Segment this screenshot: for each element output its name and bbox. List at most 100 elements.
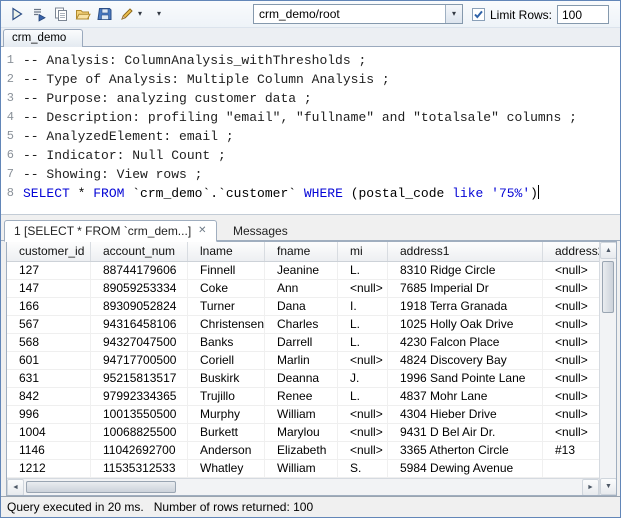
table-cell: 568 xyxy=(7,334,91,351)
table-cell: <null> xyxy=(543,424,599,441)
table-cell: 147 xyxy=(7,280,91,297)
horizontal-scrollbar[interactable]: ◄ ► xyxy=(7,478,599,495)
code-line: 4-- Description: profiling "email", "ful… xyxy=(1,108,620,127)
open-folder-icon[interactable] xyxy=(72,4,93,24)
results-tab-bar: 1 [SELECT * FROM `crm_dem...] ✕ Messages xyxy=(1,219,620,241)
column-header-fname[interactable]: fname xyxy=(265,242,338,261)
table-row[interactable]: 12788744179606FinnellJeanineL.8310 Ridge… xyxy=(7,262,599,280)
scroll-down-arrow-icon[interactable]: ▼ xyxy=(600,478,617,495)
table-cell: 7685 Imperial Dr xyxy=(388,280,543,297)
table-row[interactable]: 114611042692700AndersonElizabeth<null>33… xyxy=(7,442,599,460)
editor-tab-crm-demo[interactable]: crm_demo xyxy=(3,29,83,47)
table-row[interactable]: 16689309052824TurnerDanaI.1918 Terra Gra… xyxy=(7,298,599,316)
vertical-scrollbar-thumb[interactable] xyxy=(602,261,614,313)
table-cell xyxy=(543,460,599,477)
table-row[interactable]: 56894327047500BanksDarrellL.4230 Falcon … xyxy=(7,334,599,352)
table-cell: 631 xyxy=(7,370,91,387)
table-cell: <null> xyxy=(543,262,599,279)
column-header-customer_id[interactable]: customer_id xyxy=(7,242,91,261)
table-cell: Anderson xyxy=(188,442,265,459)
table-row[interactable]: 84297992334365TrujilloReneeL.4837 Mohr L… xyxy=(7,388,599,406)
table-cell: 97992334365 xyxy=(91,388,188,405)
table-cell: 1146 xyxy=(7,442,91,459)
table-cell: <null> xyxy=(338,280,388,297)
table-cell: 4304 Hieber Drive xyxy=(388,406,543,423)
table-cell: Marylou xyxy=(265,424,338,441)
table-cell: 10013550500 xyxy=(91,406,188,423)
scroll-up-arrow-icon[interactable]: ▲ xyxy=(600,242,617,259)
table-cell: <null> xyxy=(543,352,599,369)
table-cell: Deanna xyxy=(265,370,338,387)
table-cell: J. xyxy=(338,370,388,387)
table-cell: 11042692700 xyxy=(91,442,188,459)
table-cell: 567 xyxy=(7,316,91,333)
actions-chevron-icon[interactable]: ▾ xyxy=(153,4,165,24)
table-row[interactable]: 100410068825500BurkettMarylou<null>9431 … xyxy=(7,424,599,442)
run-script-icon[interactable] xyxy=(28,4,49,24)
table-cell: William xyxy=(265,406,338,423)
results-table-panel: customer_idaccount_numlnamefnamemiaddres… xyxy=(6,241,617,496)
vertical-scrollbar[interactable]: ▲ ▼ xyxy=(599,242,616,495)
editor-lines: 1-- Analysis: ColumnAnalysis_withThresho… xyxy=(1,51,620,203)
table-cell: #13 xyxy=(543,442,599,459)
connection-combo-dropdown-button[interactable]: ▾ xyxy=(445,5,462,23)
table-cell: 601 xyxy=(7,352,91,369)
table-cell: 1212 xyxy=(7,460,91,477)
column-header-address1[interactable]: address1 xyxy=(388,242,543,261)
table-cell: L. xyxy=(338,262,388,279)
table-cell: Christensen xyxy=(188,316,265,333)
code-line: 6-- Indicator: Null Count ; xyxy=(1,146,620,165)
line-code: -- Description: profiling "email", "full… xyxy=(23,108,577,127)
table-cell: 127 xyxy=(7,262,91,279)
scroll-right-arrow-icon[interactable]: ► xyxy=(582,479,599,496)
table-cell: Marlin xyxy=(265,352,338,369)
table-cell: I. xyxy=(338,298,388,315)
table-cell: <null> xyxy=(543,370,599,387)
table-row[interactable]: 63195215813517BuskirkDeannaJ.1996 Sand P… xyxy=(7,370,599,388)
table-row[interactable]: 99610013550500MurphyWilliam<null>4304 Hi… xyxy=(7,406,599,424)
table-row[interactable]: 60194717700500CoriellMarlin<null>4824 Di… xyxy=(7,352,599,370)
column-header-address2[interactable]: address2 xyxy=(543,242,599,261)
status-query-time: Query executed in 20 ms. xyxy=(7,500,144,514)
column-header-lname[interactable]: lname xyxy=(188,242,265,261)
table-cell: 1996 Sand Pointe Lane xyxy=(388,370,543,387)
tab-messages[interactable]: Messages xyxy=(224,221,297,242)
horizontal-scrollbar-thumb[interactable] xyxy=(26,481,176,493)
table-cell: <null> xyxy=(543,388,599,405)
close-icon[interactable]: ✕ xyxy=(198,226,206,236)
connection-combo[interactable]: crm_demo/root ▾ xyxy=(253,4,463,24)
scroll-left-arrow-icon[interactable]: ◄ xyxy=(7,479,24,496)
editor-tab-bar: crm_demo xyxy=(1,28,620,47)
table-cell: 11535312533 xyxy=(91,460,188,477)
table-cell: 1004 xyxy=(7,424,91,441)
run-icon[interactable] xyxy=(6,4,27,24)
table-cell: Murphy xyxy=(188,406,265,423)
save-icon[interactable] xyxy=(94,4,115,24)
edit-menu-chevron-icon[interactable]: ▾ xyxy=(134,4,146,24)
line-code: -- AnalyzedElement: email ; xyxy=(23,127,234,146)
table-row[interactable]: 56794316458106ChristensenCharlesL.1025 H… xyxy=(7,316,599,334)
limit-rows-checkbox[interactable] xyxy=(472,8,485,21)
result-tab-label: 1 [SELECT * FROM `crm_dem...] xyxy=(14,224,191,238)
table-cell: L. xyxy=(338,388,388,405)
table-row[interactable]: 121211535312533WhatleyWilliamS.5984 Dewi… xyxy=(7,460,599,478)
line-number: 2 xyxy=(1,70,23,89)
column-header-mi[interactable]: mi xyxy=(338,242,388,261)
line-code: SELECT * FROM `crm_demo`.`customer` WHER… xyxy=(23,184,539,203)
table-row[interactable]: 14789059253334CokeAnn<null>7685 Imperial… xyxy=(7,280,599,298)
table-cell: William xyxy=(265,460,338,477)
messages-tab-label: Messages xyxy=(233,224,288,238)
column-header-account_num[interactable]: account_num xyxy=(91,242,188,261)
table-cell: L. xyxy=(338,316,388,333)
line-number: 3 xyxy=(1,89,23,108)
table-cell: Coke xyxy=(188,280,265,297)
copy-icon[interactable] xyxy=(50,4,71,24)
line-code: -- Showing: View rows ; xyxy=(23,165,202,184)
sql-editor[interactable]: 1-- Analysis: ColumnAnalysis_withThresho… xyxy=(1,47,620,215)
limit-rows-input[interactable] xyxy=(557,5,609,24)
line-code: -- Indicator: Null Count ; xyxy=(23,146,226,165)
table-cell: 1025 Holly Oak Drive xyxy=(388,316,543,333)
tab-result-1[interactable]: 1 [SELECT * FROM `crm_dem...] ✕ xyxy=(4,220,217,242)
table-cell: Elizabeth xyxy=(265,442,338,459)
table-cell: Buskirk xyxy=(188,370,265,387)
